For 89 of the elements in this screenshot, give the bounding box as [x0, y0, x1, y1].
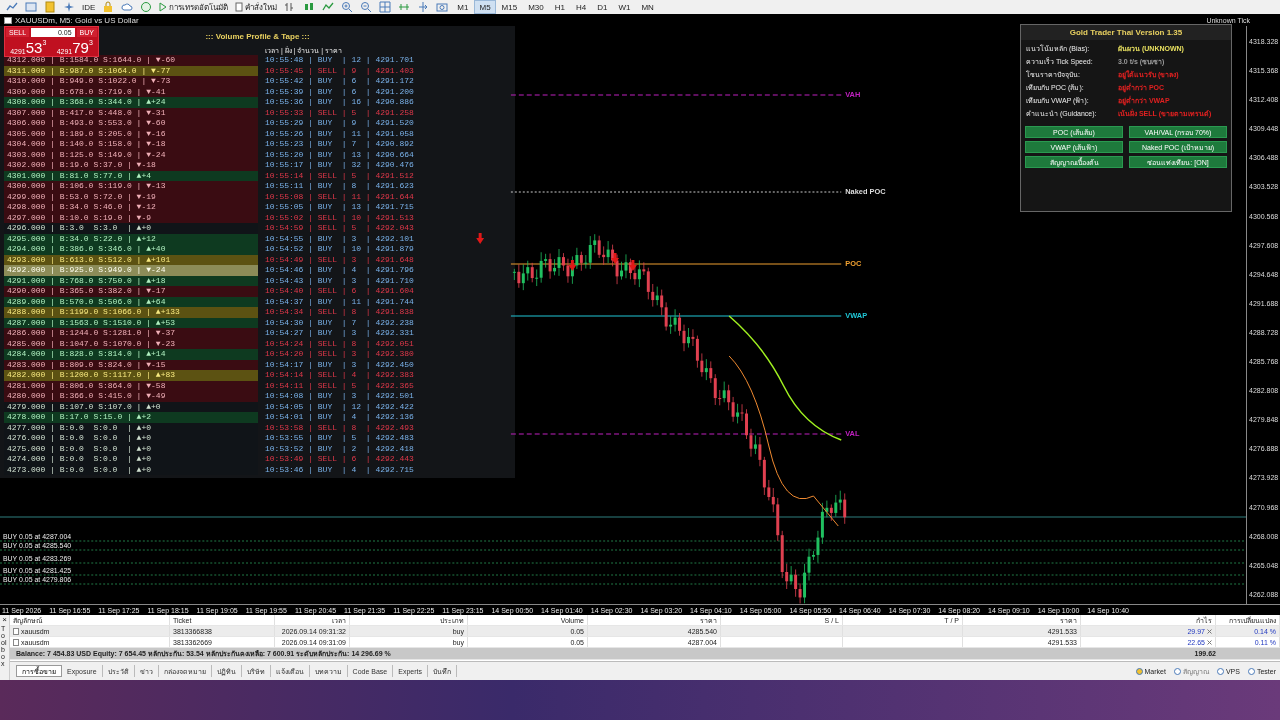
trade-row-text: 10:54:17 | BUY | 3 | 4292.450: [264, 359, 415, 370]
trade-row-text: 10:55:20 | BUY | 13 | 4290.664: [264, 149, 415, 160]
trade-row-text: 10:55:45 | SELL | 9 | 4291.403: [264, 65, 415, 76]
toolbar-button[interactable]: คำสั่งใหม่: [233, 0, 280, 14]
trade-row-text: 10:55:48 | BUY | 12 | 4291.701: [264, 55, 415, 66]
trade-row-text: 10:55:36 | BUY | 16 | 4290.886: [264, 97, 415, 108]
price-level-row: 4286.000 | B:1244.0 S:1281.0 | ▼-37: [4, 328, 258, 339]
price-level-row: 4282.000 | B:1200.0 S:1117.0 | ▲+83: [4, 370, 258, 381]
price-level-row: 4307.000 | B:417.0 S:448.0 | ▼-31: [4, 107, 258, 118]
trade-row-text: 10:53:49 | SELL | 6 | 4292.443: [264, 454, 415, 465]
info-panel-title: Gold Trader Thai Version 1.35: [1021, 25, 1231, 40]
price-level-row: 4303.000 | B:125.0 S:149.0 | ▼-24: [4, 149, 258, 160]
trade-row-text: 10:54:08 | BUY | 3 | 4292.501: [264, 391, 415, 402]
trade-row-text: 10:54:59 | SELL | 5 | 4292.043: [264, 223, 415, 234]
price-level-row: 4284.000 | B:828.0 S:814.0 | ▲+14: [4, 349, 258, 360]
price-level-row: 4293.000 | B:613.0 S:512.0 | ▲+101: [4, 254, 258, 265]
trade-row-text: 10:55:42 | BUY | 6 | 4291.172: [264, 76, 415, 87]
timeframe-button[interactable]: M5: [475, 1, 495, 13]
timeframe-button[interactable]: M30: [524, 1, 548, 13]
price-level-row: 4280.000 | B:366.0 S:415.0 | ▼-49: [4, 391, 258, 402]
price-level-row: 4310.000 | B:949.0 S:1022.0 | ▼-73: [4, 76, 258, 87]
timeframe-button[interactable]: D1: [593, 1, 612, 13]
panel-title: ::: Volume Profile & Tape :::: [205, 31, 310, 41]
price-level-row: 4304.000 | B:140.0 S:158.0 | ▼-18: [4, 139, 258, 150]
timeframe-button[interactable]: H1: [550, 1, 569, 13]
trade-row-text: 10:54:27 | BUY | 3 | 4292.331: [264, 328, 415, 339]
timeframe-button[interactable]: M15: [497, 1, 522, 13]
price-level-row: 4301.000 | B:81.0 S:77.0 | ▲+4: [4, 170, 258, 181]
price-level-row: 4290.000 | B:365.0 S:382.0 | ▼-17: [4, 286, 258, 297]
trade-row-text: 10:54:37 | BUY | 11 | 4291.744: [264, 296, 415, 307]
trade-row-text: 10:55:33 | SELL | 5 | 4291.258: [264, 107, 415, 118]
price-level-row: 4292.000 | B:925.0 S:949.0 | ▼-24: [4, 265, 258, 276]
trade-row-text: 10:53:52 | BUY | 2 | 4292.418: [264, 443, 415, 454]
timeframe-button[interactable]: W1: [614, 1, 635, 13]
price-level-row: 4288.000 | B:1199.0 S:1066.0 | ▲+133: [4, 307, 258, 318]
price-level-row: 4311.000 | B:987.0 S:1064.0 | ▼-77: [4, 65, 258, 76]
trade-row-text: 10:55:05 | BUY | 13 | 4291.715: [264, 202, 415, 213]
trade-row-text: 10:53:55 | BUY | 5 | 4292.483: [264, 433, 415, 444]
trade-row-text: 10:54:43 | BUY | 3 | 4291.710: [264, 275, 415, 286]
price-level-row: 4299.000 | B:53.0 S:72.0 | ▼-19: [4, 191, 258, 202]
trade-row-text: 10:54:14 | SELL | 4 | 4292.383: [264, 370, 415, 381]
trade-row-text: 10:53:46 | BUY | 4 | 4292.715: [264, 464, 415, 475]
trade-row-text: 10:54:46 | BUY | 4 | 4291.796: [264, 265, 415, 276]
price-level-row: 4281.000 | B:806.0 S:864.0 | ▼-58: [4, 380, 258, 391]
price-level-row: 4302.000 | B:19.0 S:37.0 | ▼-18: [4, 160, 258, 171]
price-level-row: 4283.000 | B:809.0 S:824.0 | ▼-15: [4, 359, 258, 370]
price-level-row: 4305.000 | B:189.0 S:205.0 | ▼-16: [4, 128, 258, 139]
trade-row-text: 10:55:17 | BUY | 32 | 4290.476: [264, 160, 415, 171]
trade-row-text: 10:55:11 | BUY | 8 | 4291.623: [264, 181, 415, 192]
trade-row-text: 10:54:34 | SELL | 8 | 4291.838: [264, 307, 415, 318]
price-level-row: 4306.000 | B:493.0 S:553.0 | ▼-60: [4, 118, 258, 129]
trade-row-text: 10:55:29 | BUY | 9 | 4291.520: [264, 118, 415, 129]
toolbar-button[interactable]: การเทรดอัตโนมัติ: [157, 0, 231, 14]
trade-row-text: 10:54:40 | SELL | 6 | 4291.604: [264, 286, 415, 297]
trade-row-text: 10:55:23 | BUY | 7 | 4290.892: [264, 139, 415, 150]
toolbar-button[interactable]: IDE: [80, 0, 98, 14]
trade-row-text: 10:54:11 | SELL | 5 | 4292.365: [264, 380, 415, 391]
price-level-row: 4287.000 | B:1563.0 S:1510.0 | ▲+53: [4, 317, 258, 328]
trade-row-text: 10:54:52 | BUY | 10 | 4291.879: [264, 244, 415, 255]
price-level-row: 4308.000 | B:368.0 S:344.0 | ▲+24: [4, 97, 258, 108]
trade-row-text: 10:54:30 | BUY | 7 | 4292.238: [264, 317, 415, 328]
price-level-row: 4278.000 | B:17.0 S:15.0 | ▲+2: [4, 412, 258, 423]
trade-row-text: 10:53:58 | SELL | 8 | 4292.493: [264, 422, 415, 433]
price-level-row: 4294.000 | B:386.0 S:346.0 | ▲+40: [4, 244, 258, 255]
price-level-row: 4300.000 | B:106.0 S:119.0 | ▼-13: [4, 181, 258, 192]
price-level-row: 4289.000 | B:570.0 S:506.0 | ▲+64: [4, 296, 258, 307]
price-level-row: 4298.000 | B:34.0 S:46.0 | ▼-12: [4, 202, 258, 213]
price-level-row: 4309.000 | B:678.0 S:719.0 | ▼-41: [4, 86, 258, 97]
timeframe-button[interactable]: H4: [571, 1, 591, 13]
trade-row-text: 10:54:49 | SELL | 3 | 4291.648: [264, 254, 415, 265]
trade-row-text: 10:54:05 | BUY | 12 | 4292.422: [264, 401, 415, 412]
price-level-row: 4297.000 | B:10.0 S:19.0 | ▼-9: [4, 212, 258, 223]
trade-row-text: 10:55:08 | SELL | 11 | 4291.644: [264, 191, 415, 202]
trade-row-text: 10:54:24 | SELL | 8 | 4292.051: [264, 338, 415, 349]
trade-row-text: 10:55:02 | SELL | 10 | 4291.513: [264, 212, 415, 223]
timeframe-button[interactable]: M1: [453, 1, 473, 13]
price-level-row: 4285.000 | B:1047.0 S:1070.0 | ▼-23: [4, 338, 258, 349]
price-level-row: 4312.000 | B:1584.0 S:1644.0 | ▼-60: [4, 55, 258, 66]
trade-row-text: 10:54:55 | BUY | 3 | 4292.101: [264, 233, 415, 244]
price-level-row: 4291.000 | B:768.0 S:750.0 | ▲+18: [4, 275, 258, 286]
price-level-row: 4295.000 | B:34.0 S:22.0 | ▲+12: [4, 233, 258, 244]
trade-row-text: 10:54:20 | SELL | 3 | 4292.380: [264, 349, 415, 360]
chart-title: XAUUSDm, M5: Gold vs US Dollar: [15, 15, 140, 25]
close-button[interactable]: ×: [2, 615, 7, 624]
trade-row-text: 10:54:01 | BUY | 4 | 4292.136: [264, 412, 415, 423]
trade-row-text: 10:55:26 | BUY | 11 | 4291.058: [264, 128, 415, 139]
trade-row-text: 10:55:39 | BUY | 6 | 4291.200: [264, 86, 415, 97]
trade-row-text: 10:55:14 | SELL | 5 | 4291.512: [264, 170, 415, 181]
timeframe-button[interactable]: MN: [637, 1, 658, 13]
